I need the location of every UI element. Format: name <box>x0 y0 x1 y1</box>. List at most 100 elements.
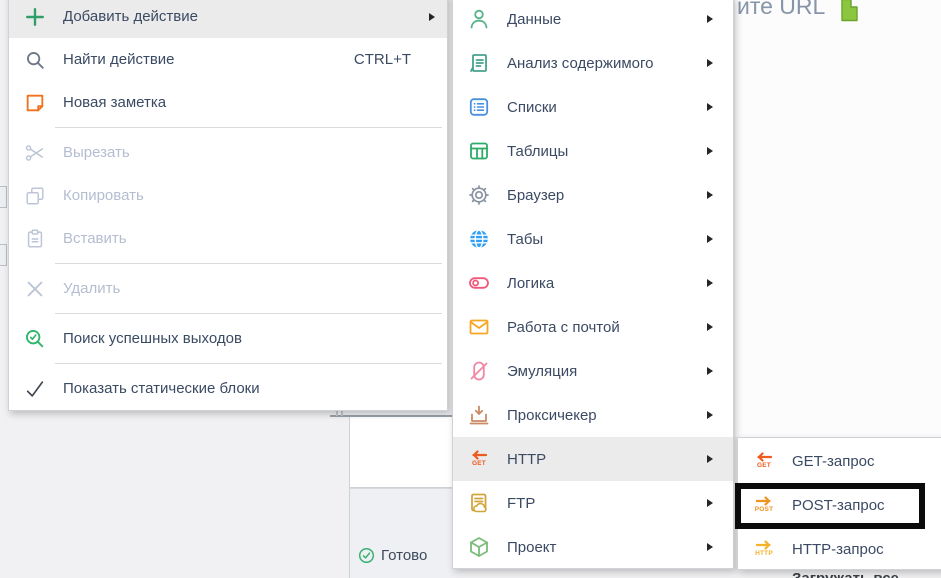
submenu-arrow-icon <box>707 323 713 331</box>
submenu-arrow-icon <box>707 279 713 287</box>
verb-label: GET <box>757 463 771 470</box>
app-canvas: ите URL Готово Загружать все Добавить де… <box>0 0 941 578</box>
doc-list-icon <box>466 50 492 76</box>
check-icon <box>22 376 48 402</box>
menu-item-logic[interactable]: Логика <box>453 261 733 305</box>
menu-item-project[interactable]: Проект <box>453 525 733 569</box>
toggle-icon <box>466 270 492 296</box>
menu-item-label: Таблицы <box>507 143 701 160</box>
mail-icon <box>466 314 492 340</box>
menu-item-label: Данные <box>507 11 701 28</box>
note-icon <box>22 90 48 116</box>
menu-item-copy[interactable]: Копировать <box>9 174 447 217</box>
status-text: Готово <box>381 547 427 564</box>
menu-item-label: HTTP <box>507 451 701 468</box>
menu-item-find-action[interactable]: Найти действиеCTRL+T <box>9 38 447 81</box>
menu-separator <box>55 127 442 128</box>
close-icon <box>22 276 48 302</box>
clipped-text: Загружать все <box>792 570 899 578</box>
menu-item-label: Копировать <box>63 187 435 204</box>
plus-icon <box>22 4 48 30</box>
submenu-arrow-icon <box>707 411 713 419</box>
submenu-arrow-icon <box>707 367 713 375</box>
background-panel <box>349 417 455 488</box>
background-panel-edge <box>0 244 7 266</box>
menu-item-label: Новая заметка <box>63 94 435 111</box>
paste-icon <box>22 226 48 252</box>
menu-item-label: Проект <box>507 539 701 556</box>
menu-item-tables[interactable]: Таблицы <box>453 129 733 173</box>
menu-item-emulation[interactable]: Эмуляция <box>453 349 733 393</box>
menu-item-show-static-blocks[interactable]: Показать статические блоки <box>9 367 447 410</box>
submenu-arrow-icon <box>707 191 713 199</box>
menu-item-browser[interactable]: Браузер <box>453 173 733 217</box>
menu-item-label: Показать статические блоки <box>63 380 435 397</box>
puzzle-icon <box>835 0 859 29</box>
submenu-arrow-icon <box>707 103 713 111</box>
menu-item-http-request[interactable]: HTTP HTTP-запрос <box>738 527 941 571</box>
scissors-icon <box>22 140 48 166</box>
submenu-arrow-icon <box>707 499 713 507</box>
menu-item-label: GET-запрос <box>792 453 926 470</box>
list-icon <box>466 94 492 120</box>
submenu-arrow-icon <box>707 59 713 67</box>
mouse-icon <box>466 358 492 384</box>
menu-item-lists[interactable]: Списки <box>453 85 733 129</box>
globe-icon <box>466 226 492 252</box>
submenu-arrow-icon <box>707 543 713 551</box>
copy-icon <box>22 183 48 209</box>
menu-item-label: Вырезать <box>63 144 435 161</box>
menu-item-label: Логика <box>507 275 701 292</box>
shortcut-label: CTRL+T <box>354 51 411 68</box>
http-arrow-icon: HTTP <box>751 536 777 562</box>
menu-item-label: HTTP-запрос <box>792 541 926 558</box>
gear-icon <box>466 182 492 208</box>
menu-item-new-note[interactable]: Новая заметка <box>9 81 447 124</box>
menu-item-delete[interactable]: Удалить <box>9 267 447 310</box>
menu-item-mail[interactable]: Работа с почтой <box>453 305 733 349</box>
menu-item-tabs[interactable]: Табы <box>453 217 733 261</box>
menu-item-paste[interactable]: Вставить <box>9 217 447 260</box>
menu-item-http[interactable]: GET HTTP <box>453 437 733 481</box>
menu-item-label: Удалить <box>63 280 435 297</box>
menu-item-label: Вставить <box>63 230 435 247</box>
search-icon <box>22 47 48 73</box>
menu-item-cut[interactable]: Вырезать <box>9 131 447 174</box>
search-check-icon <box>22 326 48 352</box>
get-arrow-icon: GET <box>466 446 492 472</box>
menu-item-add-action[interactable]: Добавить действие <box>9 0 447 38</box>
menu-item-label: Списки <box>507 99 701 116</box>
submenu-arrow-icon <box>707 235 713 243</box>
add-action-submenu: Данные Анализ содержимого Списки Таблицы Бра… <box>452 0 734 569</box>
menu-item-ftp[interactable]: FTP <box>453 481 733 525</box>
menu-item-proxychecker[interactable]: Проксичекер <box>453 393 733 437</box>
menu-item-label: Браузер <box>507 187 701 204</box>
verb-label: HTTP <box>755 551 773 558</box>
background-url-area: ите URL <box>735 0 941 437</box>
check-circle-icon <box>357 546 376 565</box>
tray-icon <box>466 402 492 428</box>
menu-separator <box>55 263 442 264</box>
menu-item-find-success-exits[interactable]: Поиск успешных выходов <box>9 317 447 360</box>
cube-icon <box>466 534 492 560</box>
context-menu: Добавить действие Найти действиеCTRL+T Нов… <box>8 0 448 411</box>
menu-item-label: Табы <box>507 231 701 248</box>
menu-item-label: Проксичекер <box>507 407 701 424</box>
annotation-highlight-box <box>735 483 925 529</box>
menu-separator <box>55 363 442 364</box>
status-bar: Готово <box>349 488 455 578</box>
menu-item-label: Добавить действие <box>63 8 423 25</box>
submenu-arrow-icon <box>707 147 713 155</box>
submenu-arrow-icon <box>707 15 713 23</box>
menu-item-label: FTP <box>507 495 701 512</box>
person-icon <box>466 6 492 32</box>
partial-url-text: ите URL <box>737 0 825 20</box>
menu-item-data[interactable]: Данные <box>453 0 733 41</box>
menu-item-label: Поиск успешных выходов <box>63 330 435 347</box>
menu-item-content-analysis[interactable]: Анализ содержимого <box>453 41 733 85</box>
menu-item-label: Работа с почтой <box>507 319 701 336</box>
verb-label: GET <box>472 461 486 468</box>
menu-separator <box>55 313 442 314</box>
menu-item-get-request[interactable]: GET GET-запрос <box>738 439 941 483</box>
menu-item-label: Найти действие <box>63 51 354 68</box>
